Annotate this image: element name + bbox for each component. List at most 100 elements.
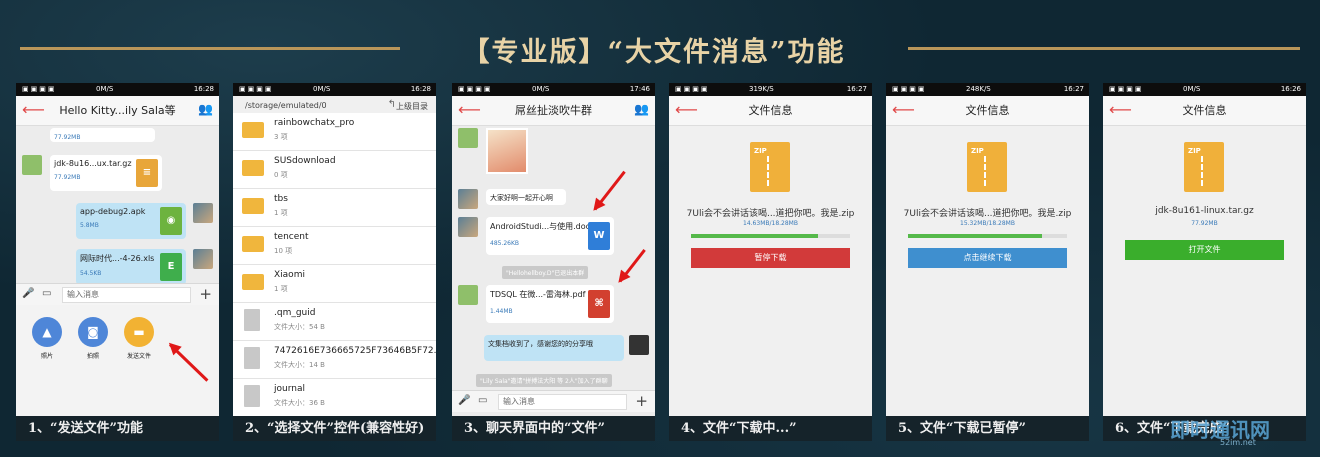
avatar[interactable] [458,189,478,209]
avatar[interactable] [22,155,42,175]
back-arrow-icon[interactable]: ⟵ [22,100,45,120]
watermark-site: 52im.net [1220,438,1256,447]
file-list-sub: 文件大小：36 B [274,399,325,407]
folder-icon [242,160,264,176]
back-arrow-icon[interactable]: ⟵ [892,100,915,120]
microphone-icon[interactable]: 🎤 [458,395,470,406]
caption: 2、“选择文件”控件(兼容性好) [233,416,436,441]
network-speed: 319K/S [749,85,774,93]
banner-divider-left [20,47,400,50]
open-file-button[interactable]: 打开文件 [1125,240,1284,260]
title-bar: ⟵ 屌丝扯淡吹牛群 👥 [452,96,655,126]
notification-icons: ▣▣▣▣ [892,85,927,93]
image-message[interactable] [486,128,528,174]
avatar[interactable] [193,249,213,269]
avatar[interactable] [458,128,478,148]
file-list-item[interactable]: 7472616E736665725F73646B5F72... 文件大小：14 B [233,341,436,379]
file-list-name: 7472616E736665725F73646B5F72... [274,346,436,356]
file-size: 77.92MB [54,134,81,141]
file-list: rainbowchatx_pro 3 项 SUSdownload 0 项 tbs 1 项t… [233,113,436,416]
file-list-sub: 10 项 [274,247,293,255]
file-icon [244,385,260,407]
page-title: 文件信息 [1182,104,1227,117]
file-info-body: ZIP 7Uli会不会讲话该喝...道把你吧。我是.zip 14.63MB/18… [669,126,872,416]
pause-download-button[interactable]: 暂停下载 [691,248,850,268]
text-message[interactable]: 文集档收到了，感谢您的的分享哦 [484,335,624,361]
banner: 【专业版】“大文件消息”功能 [0,0,1320,80]
text-message[interactable]: 大家好啊一起开心啊 [486,189,566,205]
caption: 3、聊天界面中的“文件” [452,416,655,441]
avatar[interactable] [629,335,649,355]
plus-icon[interactable]: + [199,285,212,303]
attach-label: 照片 [40,353,53,360]
microphone-icon[interactable]: 🎤 [22,288,34,299]
network-speed: 248K/S [966,85,991,93]
avatar[interactable] [458,285,478,305]
folder-icon [242,274,264,290]
title-bar: ⟵ 文件信息 [886,96,1089,126]
file-icon [244,309,260,331]
notification-icons: ▣▣▣▣ [675,85,710,93]
plus-icon[interactable]: + [635,392,648,410]
zip-file-icon: ZIP [967,142,1007,192]
file-list-item[interactable]: Xiaomi 1 项 [233,265,436,303]
group-members-icon[interactable]: 👥 [634,102,649,116]
zip-file-icon: ZIP [1184,142,1224,192]
file-list-item[interactable]: journal 文件大小：36 B [233,379,436,416]
message-input[interactable]: 输入消息 [62,287,191,303]
back-arrow-icon[interactable]: ⟵ [675,100,698,120]
resume-download-button[interactable]: 点击继续下载 [908,248,1067,268]
photo-icon[interactable]: ▲ [32,317,62,347]
file-message[interactable]: TDSQL 在微...-雷海林.pdf 1.44MB ⌘ [486,285,614,323]
file-list-name: rainbowchatx_pro [274,118,355,128]
file-list-item[interactable]: rainbowchatx_pro 3 项 [233,113,436,151]
file-list-sub: 3 项 [274,133,288,141]
file-message[interactable]: app-debug2.apk 5.8MB ◉ [76,203,186,239]
file-list-item[interactable]: SUSdownload 0 项 [233,151,436,189]
file-list-name: SUSdownload [274,156,336,166]
file-message[interactable]: jdk-8u16...ux.tar.gz 77.92MB ≡ [50,155,162,191]
attach-label: 拍照 [86,353,99,360]
input-bar: 🎤 ▭ 输入消息 + [452,390,655,412]
status-time: 16:28 [410,85,431,93]
xls-file-icon: E [160,253,182,281]
caption: 5、文件“下载已暂停” [886,416,1089,441]
screen-chat-files: ▣▣▣▣ 0M/S 17:46 ⟵ 屌丝扯淡吹牛群 👥 大家好啊一起开心啊 An… [452,83,655,416]
image-icon[interactable]: ▭ [42,288,51,299]
zip-file-icon: ZIP [750,142,790,192]
network-speed: 0M/S [313,85,331,93]
file-message[interactable]: 77.92MB [50,128,155,142]
avatar[interactable] [458,217,478,237]
notification-icons: ▣▣▣▣ [458,85,493,93]
up-arrow-icon[interactable]: ↰ [388,99,396,110]
file-list-sub: 文件大小：14 B [274,361,325,369]
caption: 1、“发送文件”功能 [16,416,219,441]
title-bar: ⟵ 文件信息 [1103,96,1306,126]
back-arrow-icon[interactable]: ⟵ [1109,100,1132,120]
input-bar: 🎤 ▭ 输入消息 + [16,283,219,305]
message-input[interactable]: 输入消息 [498,394,627,410]
attach-label: 发送文件 [126,353,151,360]
apk-file-icon: ◉ [160,207,182,235]
file-list-item[interactable]: tencent 10 项 [233,227,436,265]
avatar[interactable] [193,203,213,223]
system-message: "Lily Sala"邀请"拼搏法大阳 等 2人"加入了群聊 [476,374,612,387]
camera-icon[interactable]: ◙ [78,317,108,347]
folder-icon[interactable]: ▬ [124,317,154,347]
file-list-item[interactable]: .qm_guid 文件大小：54 B [233,303,436,341]
file-message[interactable]: AndroidStudi...与使用.doc 485.26KB W [486,217,614,255]
file-list-name: journal [274,384,305,394]
parent-dir-button[interactable]: 上级目录 [396,101,428,112]
file-list-item[interactable]: tbs 1 项 [233,189,436,227]
banner-title: 【专业版】“大文件消息”功能 [462,37,846,68]
file-message[interactable]: 网际时代...-4-26.xls 54.5KB E [76,249,186,285]
folder-icon [242,122,264,138]
group-members-icon[interactable]: 👥 [198,102,213,116]
back-arrow-icon[interactable]: ⟵ [458,100,481,120]
zip-file-icon: ≡ [136,159,158,187]
title-bar: ⟵ 文件信息 [669,96,872,126]
screen-select-file: ▣▣▣▣ 0M/S 16:28 /storage/emulated/0 ↰ 上级… [233,83,436,416]
file-list-sub: 1 项 [274,285,288,293]
progress-fill [691,234,819,238]
image-icon[interactable]: ▭ [478,395,487,406]
